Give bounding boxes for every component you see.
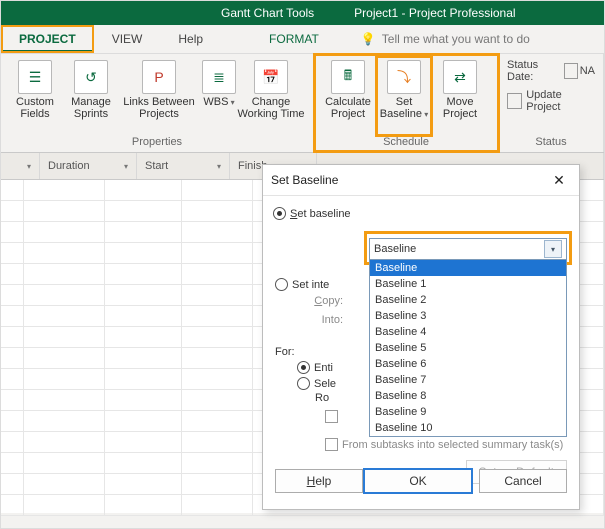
tab-view[interactable]: VIEW — [94, 25, 161, 53]
links-between-projects-button[interactable]: P Links Between Projects — [119, 56, 199, 136]
wbs-icon: ≣ — [202, 60, 236, 94]
status-date-button[interactable]: Status Date: NA — [507, 59, 595, 83]
titlebar: Gantt Chart Tools Project1 - Project Pro… — [1, 1, 604, 25]
links-label: Links Between Projects — [123, 96, 195, 120]
set-baseline-icon: ⤵ — [387, 60, 421, 94]
gantt-tools-title: Gantt Chart Tools — [221, 6, 314, 20]
update-project-icon — [507, 93, 522, 109]
move-project-label: Move Project — [443, 96, 477, 120]
combo-item-baseline-6[interactable]: Baseline 6 — [370, 356, 566, 372]
radio-on-icon — [273, 207, 286, 220]
into-label: Into: — [305, 314, 343, 326]
col-duration-label: Duration — [48, 160, 90, 172]
ribbon-tabs: PROJECT VIEW Help FORMAT 💡 Tell me what … — [1, 25, 604, 54]
calendar-small-icon — [564, 63, 578, 79]
calculate-icon: 🖩 — [331, 60, 365, 94]
combo-item-baseline-5[interactable]: Baseline 5 — [370, 340, 566, 356]
combo-item-baseline-7[interactable]: Baseline 7 — [370, 372, 566, 388]
dialog-titlebar: Set Baseline ✕ — [263, 165, 579, 196]
baseline-combo[interactable]: Baseline ▾ — [369, 238, 567, 260]
custom-fields-label: Custom Fields — [16, 96, 54, 120]
wbs-label: WBS — [203, 96, 228, 108]
rollup-label: Ro — [315, 392, 329, 404]
chevron-down-icon: ▾ — [544, 240, 562, 258]
help-button[interactable]: Help — [275, 469, 363, 493]
custom-fields-button[interactable]: ☰ Custom Fields — [7, 56, 63, 136]
manage-sprints-label: Manage Sprints — [71, 96, 111, 120]
checkbox-icon — [325, 438, 338, 451]
radio-entire-project[interactable]: Enti — [297, 361, 333, 374]
baseline-combo-value: Baseline — [374, 243, 544, 255]
tab-format[interactable]: FORMAT — [251, 25, 337, 53]
combo-item-baseline-8[interactable]: Baseline 8 — [370, 388, 566, 404]
calculate-project-button[interactable]: 🖩 Calculate Project — [320, 56, 376, 136]
cancel-button[interactable]: Cancel — [479, 469, 567, 493]
col-start[interactable]: Start▾ — [137, 153, 230, 179]
manage-sprints-button[interactable]: ↺ Manage Sprints — [63, 56, 119, 136]
chk-from-subtasks-label: From subtasks into selected summary task… — [342, 439, 563, 451]
update-project-button[interactable]: Update Project — [507, 89, 595, 113]
group-properties-label: Properties — [7, 136, 307, 152]
ribbon: ☰ Custom Fields ↺ Manage Sprints P Links… — [1, 54, 604, 153]
combo-item-baseline-3[interactable]: Baseline 3 — [370, 308, 566, 324]
group-status-label: Status — [505, 136, 597, 152]
custom-fields-icon: ☰ — [18, 60, 52, 94]
search-icon: 💡 — [361, 32, 376, 46]
combo-item-baseline-2[interactable]: Baseline 2 — [370, 292, 566, 308]
combo-item-baseline[interactable]: Baseline — [370, 260, 566, 276]
status-date-value: NA — [580, 65, 595, 77]
copy-label: Copy: — [305, 295, 343, 307]
radio-set-interim-label: Set inte — [292, 279, 329, 291]
baseline-combo-list: Baseline Baseline 1 Baseline 2 Baseline … — [369, 259, 567, 437]
radio-selected-tasks[interactable]: Sele — [297, 377, 336, 390]
radio-entire-label: Enti — [314, 362, 333, 374]
radio-selected-label: Sele — [314, 378, 336, 390]
radio-off-icon — [297, 377, 310, 390]
combo-item-baseline-4[interactable]: Baseline 4 — [370, 324, 566, 340]
chk-from-subtasks: From subtasks into selected summary task… — [325, 438, 563, 451]
links-icon: P — [142, 60, 176, 94]
status-date-label: Status Date: — [507, 59, 560, 83]
chevron-down-icon: ▾ — [422, 110, 428, 119]
set-baseline-label: Set Baseline — [380, 96, 422, 120]
update-project-label: Update Project — [526, 89, 595, 113]
chevron-down-icon: ▾ — [228, 98, 234, 107]
set-baseline-button[interactable]: ⤵ Set Baseline ▾ — [376, 56, 432, 136]
radio-set-interim[interactable]: Set inte — [275, 278, 329, 291]
set-baseline-dialog: Set Baseline ✕ Set baseline Baseline ▾ B… — [262, 164, 580, 510]
radio-on-icon — [297, 361, 310, 374]
ok-button[interactable]: OK — [363, 468, 473, 494]
tab-help[interactable]: Help — [160, 25, 221, 53]
wbs-button[interactable]: ≣ WBS ▾ — [199, 56, 239, 136]
move-project-icon: ⇄ — [443, 60, 477, 94]
combo-item-baseline-1[interactable]: Baseline 1 — [370, 276, 566, 292]
close-button[interactable]: ✕ — [547, 172, 571, 189]
tell-me-search[interactable]: 💡 Tell me what you want to do — [361, 32, 530, 46]
change-working-time-button[interactable]: 📅 Change Working Time — [239, 56, 303, 136]
calculate-label: Calculate Project — [325, 96, 371, 120]
chk-to-summaries — [325, 410, 342, 423]
combo-item-baseline-10[interactable]: Baseline 10 — [370, 420, 566, 436]
tab-project[interactable]: PROJECT — [1, 25, 94, 53]
change-wt-label: Change Working Time — [237, 96, 304, 120]
combo-item-baseline-9[interactable]: Baseline 9 — [370, 404, 566, 420]
checkbox-icon — [325, 410, 338, 423]
col-indicator[interactable]: ▾ — [1, 153, 40, 179]
tell-me-placeholder: Tell me what you want to do — [382, 32, 530, 46]
dialog-title-text: Set Baseline — [271, 173, 338, 187]
col-start-label: Start — [145, 160, 168, 172]
radio-set-baseline-label: et baseline — [297, 208, 350, 220]
move-project-button[interactable]: ⇄ Move Project — [432, 56, 488, 136]
radio-set-baseline[interactable]: Set baseline — [273, 207, 569, 220]
calendar-icon: 📅 — [254, 60, 288, 94]
radio-off-icon — [275, 278, 288, 291]
col-duration[interactable]: Duration▾ — [40, 153, 137, 179]
document-title: Project1 - Project Professional — [354, 6, 515, 20]
for-label: For: — [275, 346, 295, 358]
manage-sprints-icon: ↺ — [74, 60, 108, 94]
group-schedule-label: Schedule — [320, 136, 492, 152]
